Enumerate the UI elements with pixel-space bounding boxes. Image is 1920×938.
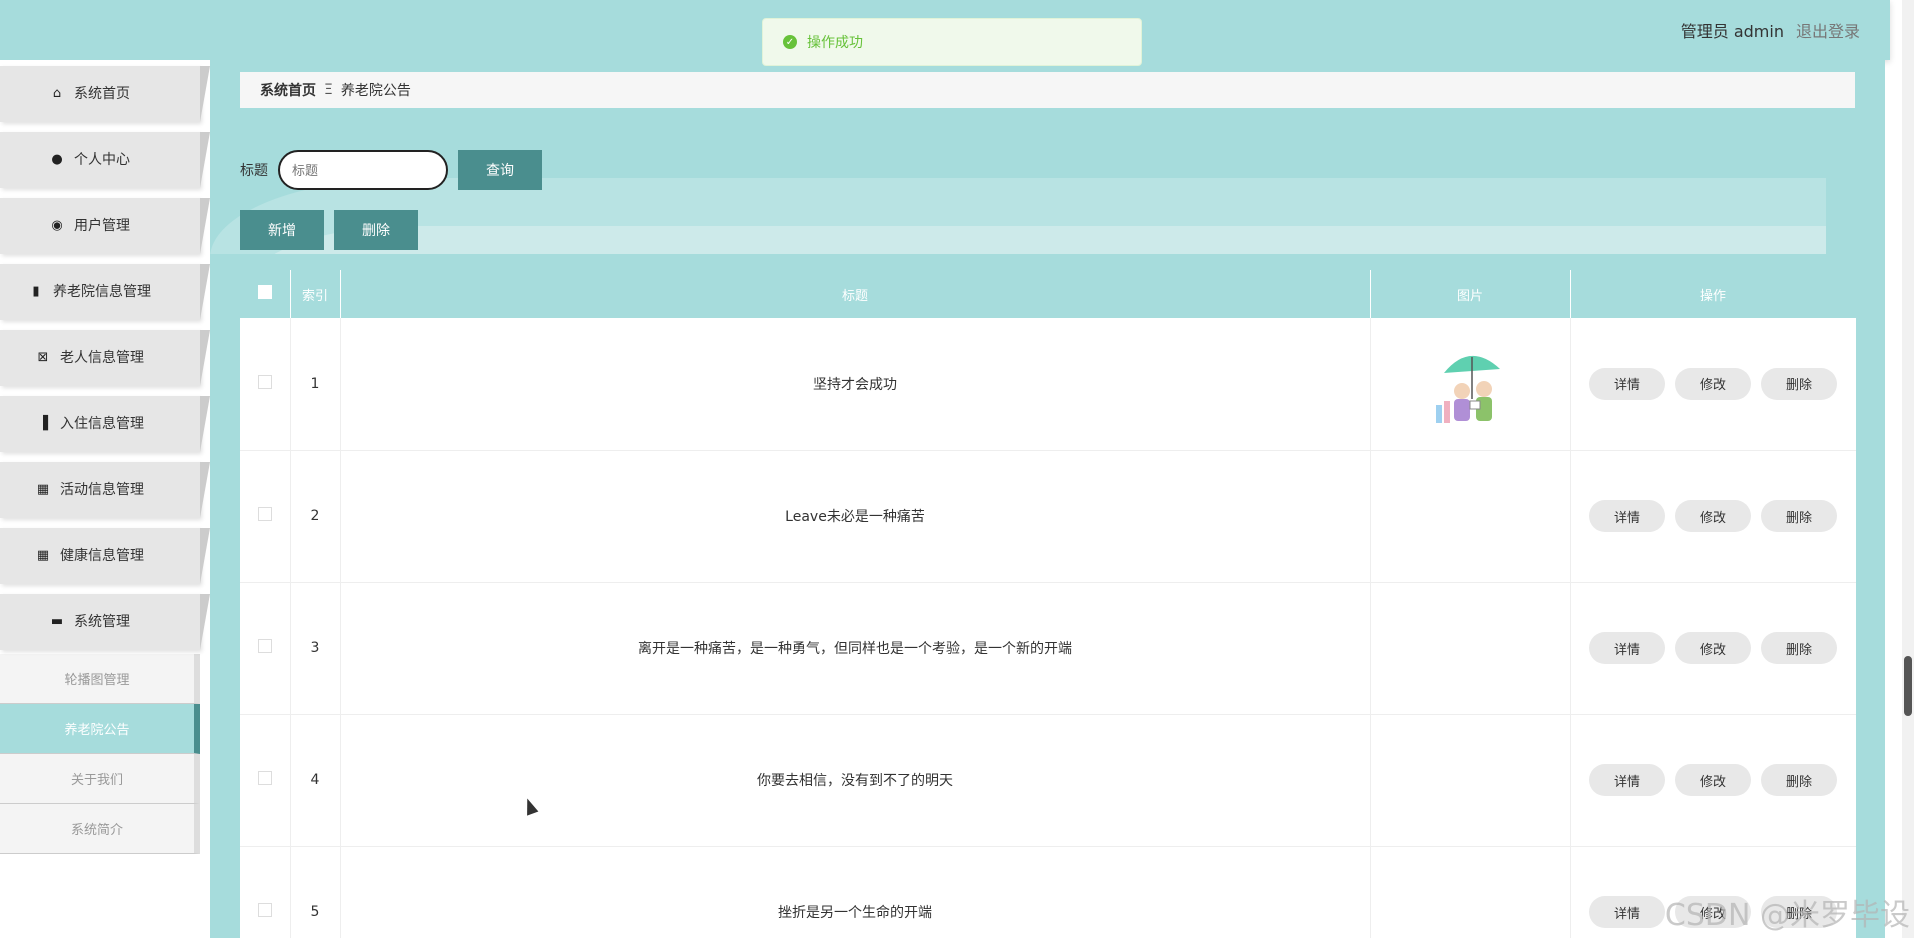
- table-row: 1 坚持才会成功 详情 修改 删除: [240, 318, 1856, 450]
- grid-icon: ▦: [36, 481, 50, 497]
- sidebar-item-nursing-home[interactable]: ▮ 养老院信息管理: [0, 258, 210, 324]
- submenu-item-intro[interactable]: 系统简介: [0, 804, 200, 854]
- sidebar-item-label: 养老院信息管理: [53, 284, 151, 300]
- home-icon: ⌂: [52, 85, 62, 101]
- table-row: 5 挫折是另一个生命的开端 详情 修改 删除: [240, 846, 1856, 938]
- grid-icon: ▦: [36, 547, 50, 563]
- detail-button[interactable]: 详情: [1589, 896, 1665, 928]
- row-index: 2: [290, 450, 341, 582]
- row-index: 4: [290, 714, 341, 846]
- batch-delete-button[interactable]: 删除: [334, 210, 418, 250]
- delete-button[interactable]: 删除: [1761, 500, 1837, 532]
- row-image-cell: [1370, 846, 1571, 938]
- table-row: 3 离开是一种痛苦，是一种勇气，但同样也是一个考验，是一个新的开端 详情 修改 删除: [240, 582, 1856, 714]
- edit-button[interactable]: 修改: [1675, 500, 1751, 532]
- breadcrumb-separator: Ξ: [324, 82, 333, 98]
- bar-chart-icon: ▐: [38, 415, 48, 431]
- row-title: Leave未必是一种痛苦: [340, 450, 1371, 582]
- title-search-input[interactable]: [278, 150, 448, 190]
- clipboard-icon: ⊠: [37, 349, 49, 365]
- sidebar-item-home[interactable]: ⌂ 系统首页: [0, 60, 210, 126]
- check-circle-icon: ✓: [783, 35, 797, 49]
- row-title: 坚持才会成功: [340, 318, 1371, 450]
- column-header-title: 标题: [340, 270, 1371, 318]
- sidebar-item-label: 用户管理: [74, 218, 130, 234]
- row-checkbox[interactable]: [257, 639, 272, 653]
- book-icon: ▮: [32, 283, 40, 299]
- sidebar: ⌂ 系统首页 ● 个人中心 ◉ 用户管理 ▮ 养老院信息管理 ⊠ 老人信息管理 ▐ 入住信息…: [0, 60, 210, 938]
- search-row: 标题 查询: [240, 150, 542, 190]
- submenu-item-about[interactable]: 关于我们: [0, 754, 200, 804]
- sidebar-item-label: 入住信息管理: [60, 416, 144, 432]
- submenu-item-announcements[interactable]: 养老院公告: [0, 704, 200, 754]
- edit-button[interactable]: 修改: [1675, 367, 1751, 400]
- delete-button[interactable]: 删除: [1761, 632, 1837, 664]
- sidebar-item-activities[interactable]: ▦ 活动信息管理: [0, 456, 210, 522]
- sidebar-item-label: 活动信息管理: [60, 482, 144, 498]
- detail-button[interactable]: 详情: [1589, 367, 1665, 400]
- sidebar-item-system[interactable]: ▬ 系统管理: [0, 588, 210, 654]
- sidebar-item-checkin[interactable]: ▐ 入住信息管理: [0, 390, 210, 456]
- sidebar-item-health[interactable]: ▦ 健康信息管理: [0, 522, 210, 588]
- table-row: 2 Leave未必是一种痛苦 详情 修改 删除: [240, 450, 1856, 582]
- sidebar-item-label: 老人信息管理: [60, 350, 144, 366]
- row-image-cell: [1370, 450, 1571, 582]
- select-all-checkbox[interactable]: [257, 285, 272, 299]
- row-index: 5: [290, 846, 341, 938]
- system-submenu: 轮播图管理 养老院公告 关于我们 系统简介: [0, 654, 210, 854]
- search-label: 标题: [240, 163, 268, 179]
- user-icon: ●: [51, 151, 63, 167]
- row-image-cell: [1370, 714, 1571, 846]
- edit-button[interactable]: 修改: [1675, 764, 1751, 796]
- row-index: 1: [290, 318, 341, 450]
- row-checkbox[interactable]: [257, 771, 272, 785]
- balloon-icon: ◉: [51, 217, 63, 233]
- announcement-table: 索引 标题 图片 操作 1 坚持才会成功 详情 修改 删除 2 Leave未必是…: [240, 270, 1856, 938]
- delete-button[interactable]: 删除: [1761, 367, 1837, 400]
- breadcrumb-home[interactable]: 系统首页: [260, 80, 316, 100]
- elderly-couple-umbrella-image: [1430, 339, 1510, 429]
- sidebar-item-label: 系统管理: [74, 614, 130, 630]
- scrollbar-thumb[interactable]: [1904, 656, 1912, 716]
- sidebar-item-label: 健康信息管理: [60, 548, 144, 564]
- logout-link[interactable]: 退出登录: [1796, 18, 1860, 42]
- row-title: 离开是一种痛苦，是一种勇气，但同样也是一个考验，是一个新的开端: [340, 582, 1371, 714]
- sidebar-item-profile[interactable]: ● 个人中心: [0, 126, 210, 192]
- success-toast: ✓ 操作成功: [762, 18, 1142, 66]
- watermark: CSDN @米罗毕设: [1664, 898, 1910, 933]
- column-header-actions: 操作: [1570, 270, 1856, 318]
- row-title: 挫折是另一个生命的开端: [340, 846, 1371, 938]
- row-title: 你要去相信，没有到不了的明天: [340, 714, 1371, 846]
- add-button[interactable]: 新增: [240, 210, 324, 250]
- submenu-item-carousel[interactable]: 轮播图管理: [0, 654, 200, 704]
- toast-message: 操作成功: [807, 35, 863, 51]
- admin-label: 管理员 admin: [1680, 22, 1784, 41]
- action-row: 新增 删除: [240, 210, 418, 250]
- row-checkbox[interactable]: [257, 507, 272, 521]
- sidebar-item-users[interactable]: ◉ 用户管理: [0, 192, 210, 258]
- sidebar-item-label: 系统首页: [74, 86, 130, 102]
- row-checkbox[interactable]: [257, 903, 272, 917]
- query-button[interactable]: 查询: [458, 150, 542, 190]
- chat-icon: ▬: [50, 613, 64, 629]
- row-checkbox[interactable]: [257, 374, 272, 389]
- sidebar-item-elders[interactable]: ⊠ 老人信息管理: [0, 324, 210, 390]
- page-scrollbar[interactable]: [1902, 0, 1914, 938]
- breadcrumb-current: 养老院公告: [340, 83, 411, 99]
- edit-button[interactable]: 修改: [1675, 632, 1751, 664]
- detail-button[interactable]: 详情: [1589, 500, 1665, 532]
- delete-button[interactable]: 删除: [1761, 764, 1837, 796]
- column-header-index: 索引: [290, 270, 341, 318]
- row-index: 3: [290, 582, 341, 714]
- table-header-row: 索引 标题 图片 操作: [240, 270, 1856, 318]
- column-header-image: 图片: [1370, 270, 1571, 318]
- detail-button[interactable]: 详情: [1589, 764, 1665, 796]
- user-area: 管理员 admin 退出登录: [1681, 18, 1860, 42]
- detail-button[interactable]: 详情: [1589, 632, 1665, 664]
- row-image-cell: [1370, 582, 1571, 714]
- table-row: 4 你要去相信，没有到不了的明天 详情 修改 删除: [240, 714, 1856, 846]
- sidebar-item-label: 个人中心: [74, 152, 130, 168]
- breadcrumb: 系统首页 Ξ 养老院公告: [240, 72, 1855, 108]
